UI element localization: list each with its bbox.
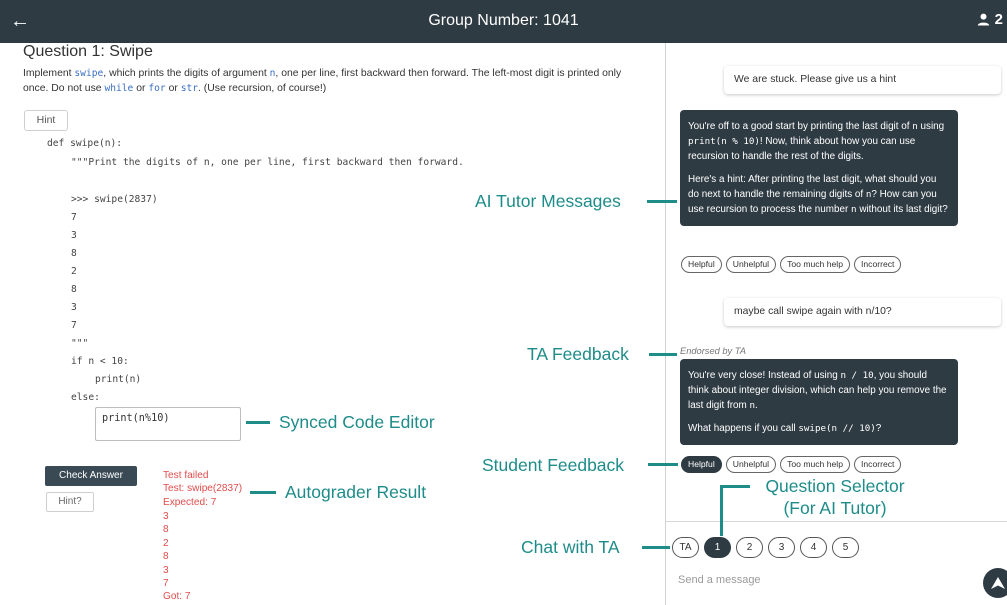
tutor-text: using (917, 121, 945, 132)
selector-question-1-chip[interactable]: 1 (704, 537, 731, 558)
feedback-row: Helpful Unhelpful Too much help Incorrec… (681, 456, 902, 473)
hint-question-button[interactable]: Hint? (46, 492, 94, 512)
feedback-unhelpful-button[interactable]: Unhelpful (725, 256, 777, 273)
autograder-result-line: Test: swipe(2837) (163, 483, 243, 494)
feedback-row: Helpful Unhelpful Too much help Incorrec… (681, 256, 902, 273)
annotation-connector (642, 546, 670, 549)
endorsed-label: Endorsed by TA (680, 346, 746, 356)
chat-separator (666, 521, 1007, 522)
code-line: else: (71, 392, 100, 403)
tutor-code: n / 10 (840, 370, 874, 381)
desc-text: or (133, 82, 149, 94)
feedback-too-much-help-button[interactable]: Too much help (780, 456, 850, 473)
person-icon (977, 13, 989, 26)
ai-tutor-message: You're off to a good start by printing t… (680, 110, 958, 226)
selector-ta-chip[interactable]: TA (672, 537, 699, 558)
user-count-value: 2 (994, 11, 1003, 28)
code-line: """Print the digits of n, one per line, … (71, 157, 464, 168)
annotation-connector (648, 463, 678, 466)
feedback-incorrect-button[interactable]: Incorrect (853, 256, 902, 273)
autograder-result-line: 2 (163, 538, 169, 549)
code-line: 7 (71, 212, 77, 223)
feedback-too-much-help-button[interactable]: Too much help (780, 256, 850, 273)
send-arrow-icon (991, 577, 1005, 589)
tutor-text: . (755, 400, 758, 411)
question-title: Question 1: Swipe (23, 43, 153, 60)
code-line: 3 (71, 230, 77, 241)
check-answer-button[interactable]: Check Answer (45, 466, 137, 486)
student-message: maybe call swipe again with n/10? (724, 298, 1001, 326)
code-line: 8 (71, 284, 77, 295)
autograder-result-line: 3 (163, 511, 169, 522)
tutor-code: print(n % 10) (688, 136, 760, 147)
desc-text: , which prints the digits of argument (103, 68, 270, 79)
autograder-result-line: 7 (163, 578, 169, 589)
annotation-connector (647, 200, 677, 203)
feedback-incorrect-button[interactable]: Incorrect (853, 456, 902, 473)
annotation-autograder-result: Autograder Result (285, 482, 427, 502)
ai-tutor-message: You're very close! Instead of using n / … (680, 359, 958, 445)
desc-text: or (165, 82, 181, 94)
feedback-helpful-button[interactable]: Helpful (681, 256, 722, 273)
autograder-result-line: 8 (163, 551, 169, 562)
annotation-ai-tutor-messages: AI Tutor Messages (475, 191, 621, 211)
tutor-text: What happens if you call (688, 423, 799, 434)
question-pane: Question 1: Swipe Implement swipe, which… (0, 43, 665, 605)
desc-code-str: str (180, 82, 199, 94)
student-message: We are stuck. Please give us a hint (724, 66, 1001, 94)
autograder-result-line: 3 (163, 565, 169, 576)
annotation-connector (720, 485, 723, 536)
annotation-chat-with-ta: Chat with TA (521, 537, 620, 557)
desc-code-for: for (148, 82, 166, 94)
tutor-text: You're very close! Instead of using (688, 370, 841, 381)
annotation-synced-code-editor: Synced Code Editor (279, 412, 435, 432)
code-line: if n < 10: (71, 356, 129, 367)
annotation-question-selector: Question Selector (765, 476, 905, 496)
page-title: Group Number: 1041 (428, 12, 579, 29)
code-line: def swipe(n): (47, 138, 123, 149)
code-line: 3 (71, 302, 77, 313)
selector-question-2-chip[interactable]: 2 (736, 537, 763, 558)
tutor-text: You're off to a good start by printing t… (688, 121, 913, 132)
autograder-result-line: Test failed (163, 470, 209, 481)
desc-text: . (Use recursion, of course!) (198, 82, 327, 94)
selector-question-3-chip[interactable]: 3 (768, 537, 795, 558)
annotation-question-selector-sub: (For AI Tutor) (783, 498, 887, 518)
message-input[interactable] (678, 574, 968, 586)
code-line: 7 (71, 320, 77, 331)
tutor-text: ? (875, 423, 882, 434)
autograder-result-line: 8 (163, 524, 169, 535)
annotation-student-feedback: Student Feedback (482, 455, 625, 475)
annotation-connector (649, 353, 677, 356)
feedback-unhelpful-button[interactable]: Unhelpful (725, 456, 777, 473)
send-button[interactable] (983, 568, 1007, 598)
autograder-result-line: Got: 7 (163, 591, 191, 602)
top-bar: ← Group Number: 1041 2 (0, 0, 1007, 43)
code-line: >>> swipe(2837) (71, 194, 158, 205)
user-count: 2 (977, 11, 1003, 28)
annotation-connector (720, 485, 750, 488)
code-line: print(n) (95, 374, 142, 385)
annotation-connector (246, 421, 270, 424)
feedback-helpful-button[interactable]: Helpful (681, 456, 722, 473)
desc-text: Implement (23, 68, 75, 79)
selector-question-4-chip[interactable]: 4 (800, 537, 827, 558)
code-line: 2 (71, 266, 77, 277)
code-line: 8 (71, 248, 77, 259)
annotation-connector (250, 491, 276, 494)
desc-code-swipe: swipe (74, 68, 104, 79)
annotation-ta-feedback: TA Feedback (527, 344, 629, 364)
autograder-result-line: Expected: 7 (163, 497, 217, 508)
code-editor[interactable]: print(n%10) (95, 407, 241, 441)
selector-question-5-chip[interactable]: 5 (832, 537, 859, 558)
desc-code-while: while (104, 82, 134, 94)
hint-button[interactable]: Hint (24, 110, 68, 131)
tutor-text: without its last digit? (856, 204, 948, 215)
tutor-code: swipe(n // 10) (798, 423, 876, 434)
question-description: Implement swipe, which prints the digits… (23, 67, 648, 96)
question-selector: TA 1 2 3 4 5 (672, 537, 859, 558)
code-line: """ (71, 338, 89, 349)
